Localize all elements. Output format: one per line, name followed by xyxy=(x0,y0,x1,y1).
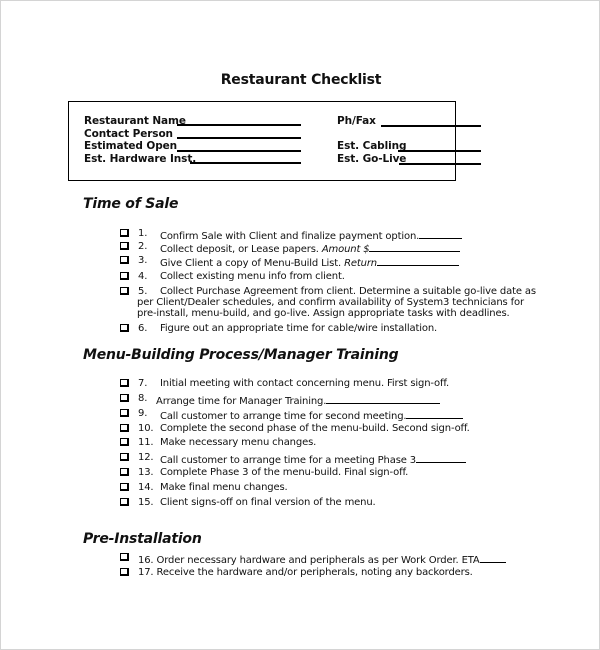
item-text: Collect deposit, or Lease papers. Amount… xyxy=(160,241,461,256)
document-title: Restaurant Checklist xyxy=(220,72,382,88)
item-number: 2. xyxy=(138,241,148,252)
item-number: 11. xyxy=(138,437,154,448)
item-number: 14. xyxy=(138,482,154,493)
est-cabling-field[interactable] xyxy=(398,150,481,152)
blank-line[interactable] xyxy=(419,228,463,239)
item-number: 10. xyxy=(138,423,154,434)
item-number: 6. xyxy=(138,323,148,334)
checkbox[interactable] xyxy=(120,287,129,295)
field-label-restaurant-name: Restaurant Name xyxy=(84,115,186,127)
checkbox[interactable] xyxy=(120,394,129,402)
checkbox[interactable] xyxy=(120,229,129,237)
blank-line[interactable] xyxy=(326,393,441,404)
checkbox[interactable] xyxy=(120,242,129,250)
field-label-estimated-open: Estimated Open xyxy=(84,140,178,152)
item-number: 12. xyxy=(138,452,154,463)
checkbox[interactable] xyxy=(120,483,129,491)
item-number: 1. xyxy=(138,228,148,239)
item-number: 7. xyxy=(138,378,148,389)
item-number: 15. xyxy=(138,497,154,508)
document-page: Restaurant Checklist Restaurant Name Con… xyxy=(0,0,600,650)
item-text-content: Order necessary hardware and peripherals… xyxy=(156,555,480,566)
est-hardware-inst-field[interactable] xyxy=(190,162,301,164)
item-text: Make final menu changes. xyxy=(160,482,288,493)
item-text-content: Arrange time for Manager Training. xyxy=(156,396,327,407)
item-text-content: Give Client a copy of Menu-Build List. xyxy=(160,258,345,269)
item-text-content: Call customer to arrange time for second… xyxy=(160,411,407,422)
item-text: Give Client a copy of Menu-Build List. R… xyxy=(160,255,459,270)
field-label-est-cabling: Est. Cabling xyxy=(337,140,407,152)
section-title-pre-installation: Pre-Installation xyxy=(83,531,202,547)
eta-blank-line[interactable] xyxy=(479,552,506,563)
item-text: Client signs-off on final version of the… xyxy=(160,497,376,508)
item-italic-label: Amount $ xyxy=(321,244,370,255)
blank-line[interactable] xyxy=(416,452,467,463)
item-number: 9. xyxy=(138,408,148,419)
item-text: Complete the second phase of the menu-bu… xyxy=(160,423,470,434)
item-italic-label: Return xyxy=(344,258,377,269)
contact-person-field[interactable] xyxy=(177,137,301,139)
checkbox[interactable] xyxy=(120,498,129,506)
amount-blank-line[interactable] xyxy=(369,241,461,252)
item-text-content: Collect deposit, or Lease papers. xyxy=(160,244,322,255)
item-number: 4. xyxy=(138,271,148,282)
item-text-line-3: pre-install, menu-build, and go-live. As… xyxy=(137,308,510,319)
checkbox[interactable] xyxy=(120,409,129,417)
item-text-content: Call customer to arrange time for a meet… xyxy=(160,455,417,466)
item-text-content: Receive the hardware and/or peripherals,… xyxy=(156,567,473,578)
checkbox[interactable] xyxy=(120,453,129,461)
item-text: 16. Order necessary hardware and periphe… xyxy=(138,552,506,567)
field-label-est-hardware-inst: Est. Hardware Inst. xyxy=(84,153,197,165)
item-text: Collect existing menu info from client. xyxy=(160,271,345,282)
item-number: 8. xyxy=(138,393,148,404)
est-go-live-field[interactable] xyxy=(399,163,481,165)
checkbox[interactable] xyxy=(120,379,129,387)
checklist-item: 5. Collect Purchase Agreement from clien… xyxy=(120,286,540,326)
item-text: Figure out an appropriate time for cable… xyxy=(160,323,438,334)
item-number: 13. xyxy=(138,467,154,478)
estimated-open-field[interactable] xyxy=(177,150,301,152)
field-label-est-go-live: Est. Go-Live xyxy=(337,153,407,165)
item-text: Initial meeting with contact concerning … xyxy=(160,378,450,389)
return-blank-line[interactable] xyxy=(377,255,459,266)
checkbox[interactable] xyxy=(120,553,129,561)
item-text: Make necessary menu changes. xyxy=(160,437,317,448)
checkbox[interactable] xyxy=(120,424,129,432)
checkbox[interactable] xyxy=(120,568,129,576)
field-label-contact-person: Contact Person xyxy=(84,128,173,140)
checkbox[interactable] xyxy=(120,256,129,264)
checkbox[interactable] xyxy=(120,438,129,446)
item-text: 17. Receive the hardware and/or peripher… xyxy=(138,567,473,579)
checkbox[interactable] xyxy=(120,272,129,280)
item-number: 16. xyxy=(138,555,154,566)
blank-line[interactable] xyxy=(406,408,464,419)
field-label-ph-fax: Ph/Fax xyxy=(337,115,376,127)
section-title-time-of-sale: Time of Sale xyxy=(83,196,179,212)
item-number: 17. xyxy=(138,567,154,578)
item-text: Call customer to arrange time for a meet… xyxy=(160,452,467,467)
item-text: Arrange time for Manager Training. xyxy=(156,393,441,408)
item-text: Complete Phase 3 of the menu-build. Fina… xyxy=(160,467,409,478)
checkbox[interactable] xyxy=(120,324,129,332)
item-text: Call customer to arrange time for second… xyxy=(160,408,464,423)
ph-fax-field[interactable] xyxy=(381,125,481,127)
section-title-menu-building: Menu-Building Process/Manager Training xyxy=(83,347,399,363)
restaurant-name-field[interactable] xyxy=(177,124,301,126)
checkbox[interactable] xyxy=(120,468,129,476)
item-number: 3. xyxy=(138,255,148,266)
